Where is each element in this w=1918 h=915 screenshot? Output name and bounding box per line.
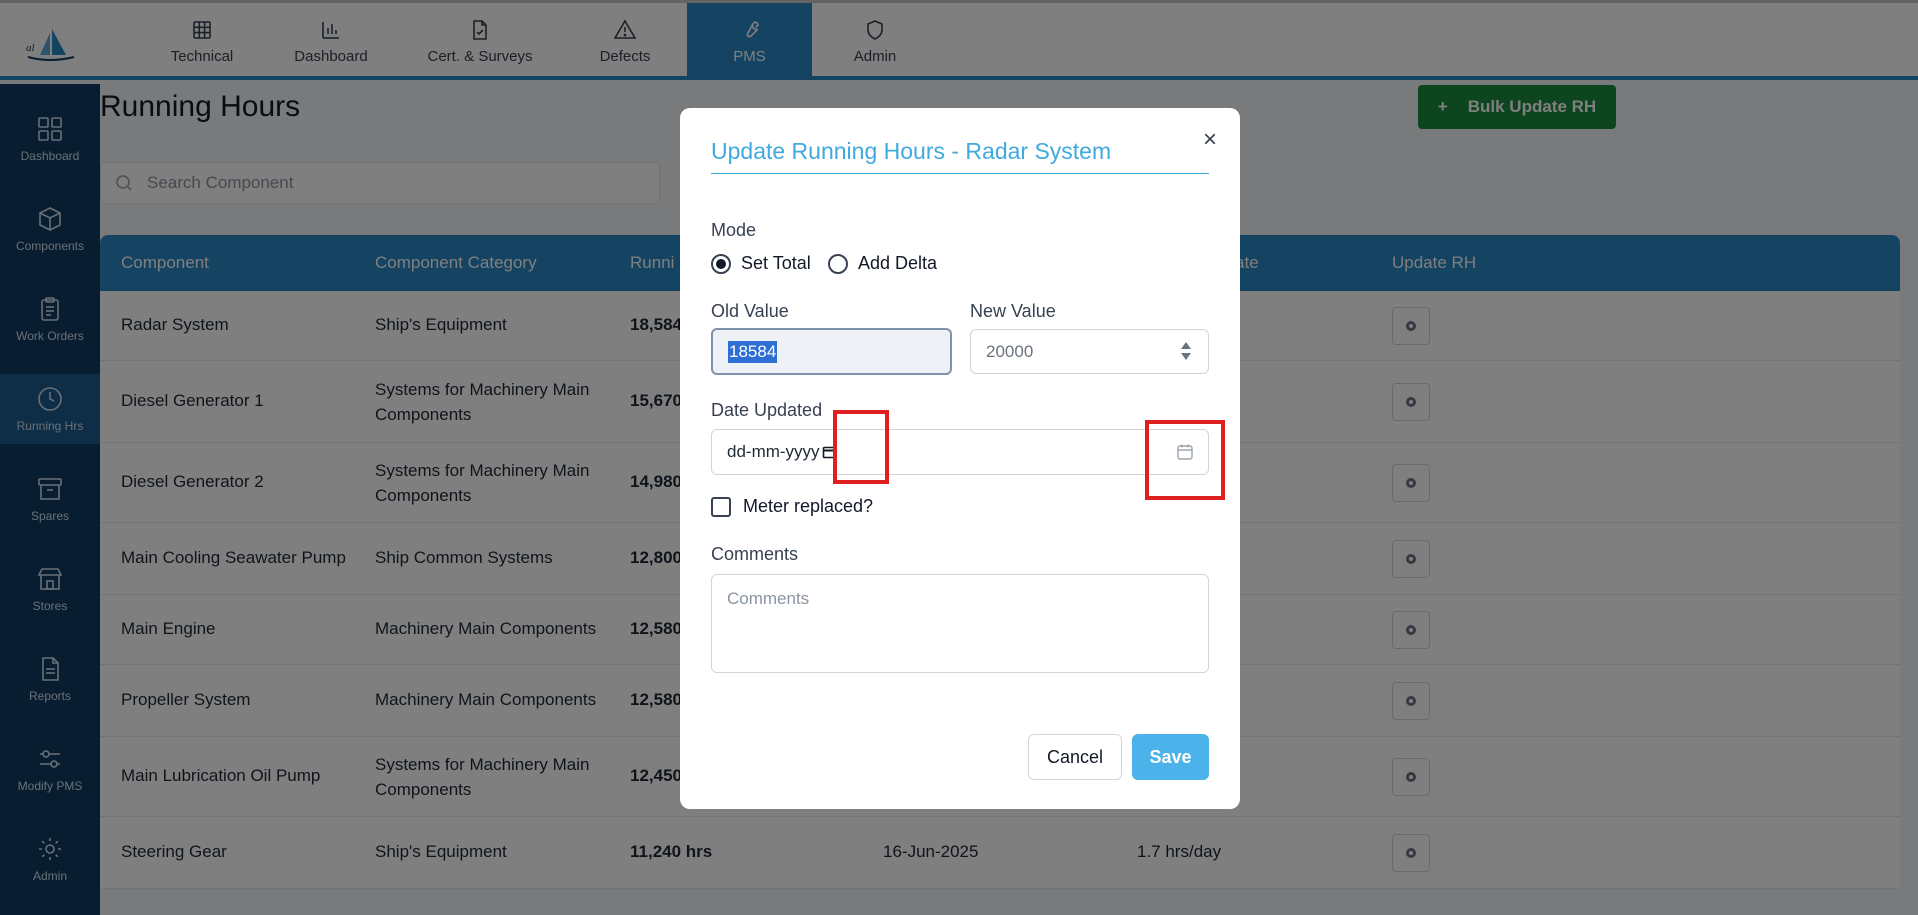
new-value-field[interactable]: 20000 <box>970 329 1209 374</box>
checkbox-box <box>711 496 731 517</box>
meter-replaced-checkbox[interactable]: Meter replaced? <box>711 496 873 517</box>
date-updated-label: Date Updated <box>711 400 823 420</box>
old-value-field[interactable]: 18584 <box>711 328 952 375</box>
cancel-button[interactable]: Cancel <box>1028 734 1122 780</box>
save-button[interactable]: Save <box>1132 734 1209 780</box>
highlight-box <box>833 410 889 484</box>
update-running-hours-modal: Update Running Hours - Radar System × Mo… <box>680 108 1240 809</box>
comments-field[interactable]: Comments <box>711 574 1209 673</box>
close-icon[interactable]: × <box>1198 126 1222 153</box>
old-value-text: 18584 <box>728 340 778 363</box>
radio-label: Set Total <box>741 253 811 273</box>
date-updated-field[interactable]: dd-mm-yyyy <box>711 429 1209 475</box>
radio-indicator <box>711 253 731 274</box>
checkbox-label: Meter replaced? <box>743 496 874 516</box>
modal-title: Update Running Hours - Radar System <box>711 138 1112 164</box>
comments-label: Comments <box>711 544 799 564</box>
new-value-placeholder: 20000 <box>986 341 1034 361</box>
radio-label: Add Delta <box>858 253 938 273</box>
date-placeholder: dd-mm-yyyy <box>727 442 820 461</box>
radio-add-delta[interactable]: Add Delta <box>828 253 937 274</box>
title-divider <box>711 173 1209 174</box>
new-value-label: New Value <box>970 301 1056 321</box>
radio-set-total[interactable]: Set Total <box>711 253 811 274</box>
highlight-box <box>1145 420 1225 500</box>
comments-placeholder: Comments <box>727 589 810 608</box>
stepper-arrows-icon[interactable] <box>1180 340 1192 362</box>
old-value-label: Old Value <box>711 301 789 321</box>
mode-label: Mode <box>711 220 757 240</box>
radio-indicator <box>828 253 848 274</box>
